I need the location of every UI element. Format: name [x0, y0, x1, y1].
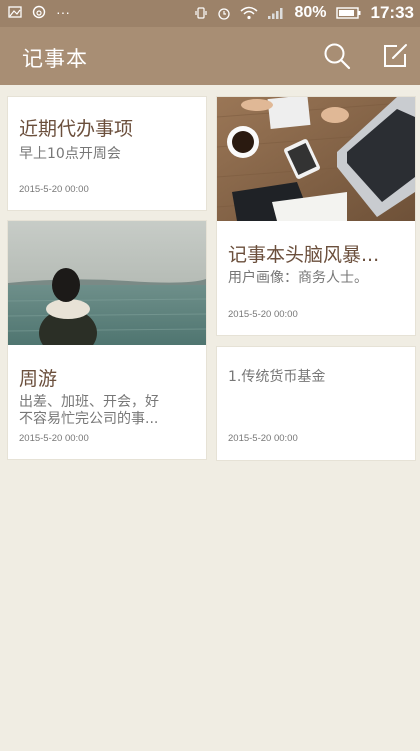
note-body: 早上10点开周会: [19, 146, 121, 162]
edit-icon: [380, 44, 410, 75]
note-body: 用户画像：商务人士。: [228, 270, 368, 286]
signal-icon: [267, 6, 285, 20]
note-card[interactable]: 周游 出差、加班、开会，好不容易忙完公司的事... 2015-5-20 00:0…: [8, 221, 206, 459]
new-note-button[interactable]: [380, 41, 410, 71]
note-body: 出差、加班、开会，好不容易忙完公司的事...: [19, 394, 159, 427]
status-time: 17:33: [370, 3, 414, 22]
status-bar: ··· 80% 17:33: [0, 0, 420, 27]
sea-photo: [8, 221, 206, 345]
search-button[interactable]: [322, 41, 352, 71]
image-icon: [8, 5, 22, 19]
note-body: 1.传统货币基金: [228, 369, 326, 385]
app-bar: 记事本: [0, 27, 420, 85]
note-title: 记事本头脑风暴...: [228, 244, 380, 266]
vibrate-icon: [194, 6, 208, 20]
battery-percent: 80%: [294, 4, 327, 21]
search-icon: [322, 43, 352, 75]
more-icon: ···: [56, 4, 70, 20]
note-title: 近期代办事项: [19, 118, 134, 140]
note-card[interactable]: 近期代办事项 早上10点开周会 2015-5-20 00:00: [8, 97, 206, 210]
note-date: 2015-5-20 00:00: [228, 309, 298, 320]
desk-photo: [217, 97, 415, 221]
status-left: ···: [8, 5, 70, 19]
app-title: 记事本: [22, 47, 88, 71]
note-date: 2015-5-20 00:00: [19, 184, 89, 195]
note-card[interactable]: 1.传统货币基金 2015-5-20 00:00: [217, 347, 415, 460]
wifi-icon: [240, 6, 258, 20]
status-right: 80% 17:33: [194, 3, 414, 23]
app-icon: [32, 5, 46, 19]
note-card[interactable]: 记事本头脑风暴... 用户画像：商务人士。 2015-5-20 00:00: [217, 97, 415, 335]
battery-icon: [335, 6, 362, 20]
note-title: 周游: [19, 368, 58, 390]
alarm-icon: [217, 6, 231, 20]
note-date: 2015-5-20 00:00: [228, 433, 298, 444]
note-date: 2015-5-20 00:00: [19, 433, 89, 444]
